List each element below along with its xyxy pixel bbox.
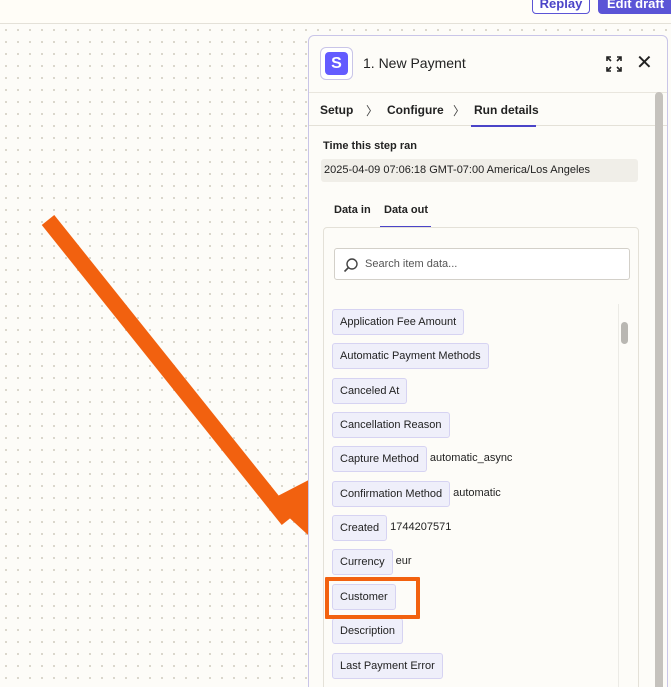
search-icon bbox=[343, 258, 358, 273]
time-label: Time this step ran bbox=[323, 140, 417, 152]
item-value: automatic_async bbox=[429, 452, 513, 464]
item-key-button[interactable]: Cancellation Reason bbox=[332, 412, 450, 438]
tab-setup[interactable]: Setup bbox=[320, 103, 353, 117]
tab-data-in[interactable]: Data in bbox=[334, 204, 371, 216]
item-key-button[interactable]: Description bbox=[332, 618, 404, 644]
search-input[interactable] bbox=[365, 255, 615, 273]
chevron-right-icon: 〉 bbox=[366, 104, 379, 118]
item-key-button[interactable]: Created bbox=[332, 515, 388, 541]
item-value: automatic bbox=[453, 487, 501, 499]
list-item: Created 1744207571 bbox=[332, 515, 451, 541]
item-key-button[interactable]: Last Payment Error bbox=[332, 653, 443, 679]
item-key-button[interactable]: Confirmation Method bbox=[332, 481, 451, 507]
stripe-app-logo: S bbox=[320, 47, 353, 80]
list-item: Automatic Payment Methods bbox=[332, 343, 492, 369]
list-item: Application Fee Amount bbox=[332, 309, 467, 335]
app-logo-letter: S bbox=[325, 52, 348, 75]
step-tabs: Setup 〉 Configure 〉 Run details bbox=[309, 92, 667, 127]
panel-title: 1. New Payment bbox=[363, 55, 466, 71]
tab-configure[interactable]: Configure bbox=[387, 103, 444, 117]
list-item: Confirmation Method automatic bbox=[332, 481, 501, 507]
panel-scrollbar-thumb[interactable] bbox=[655, 92, 663, 687]
expand-icon[interactable] bbox=[604, 54, 624, 74]
active-tab-indicator bbox=[471, 125, 536, 127]
panel-header: S 1. New Payment ✕ bbox=[309, 36, 667, 92]
item-key-button[interactable]: Canceled At bbox=[332, 378, 408, 404]
list-scrollbar-thumb[interactable] bbox=[621, 322, 628, 344]
item-value: eur bbox=[395, 555, 412, 567]
list-item: Last Payment Error bbox=[332, 653, 446, 679]
time-value: 2025-04-09 07:06:18 GMT-07:00 America/Lo… bbox=[321, 159, 638, 182]
search-field[interactable] bbox=[334, 248, 630, 280]
tab-run-details[interactable]: Run details bbox=[474, 103, 539, 117]
list-scrollbar[interactable] bbox=[618, 304, 629, 687]
item-key-button[interactable]: Currency bbox=[332, 549, 393, 575]
replay-button[interactable]: Replay bbox=[532, 0, 590, 14]
list-item: Currency eur bbox=[332, 549, 412, 575]
item-key-button[interactable]: Application Fee Amount bbox=[332, 309, 465, 335]
list-item: Capture Method automatic_async bbox=[332, 446, 512, 472]
panel-scrollbar[interactable] bbox=[654, 92, 664, 687]
chevron-right-icon: 〉 bbox=[453, 104, 466, 118]
tab-data-out[interactable]: Data out bbox=[384, 204, 428, 216]
annotation-highlight-box bbox=[325, 577, 420, 619]
item-key-button[interactable]: Automatic Payment Methods bbox=[332, 343, 489, 369]
edit-draft-button[interactable]: Edit draft bbox=[598, 0, 671, 14]
item-value: 1744207571 bbox=[390, 521, 452, 533]
close-icon[interactable]: ✕ bbox=[636, 53, 653, 73]
list-item: Canceled At bbox=[332, 378, 410, 404]
item-key-button[interactable]: Capture Method bbox=[332, 446, 427, 472]
list-item: Description bbox=[332, 618, 406, 644]
annotation-arrow bbox=[41, 215, 328, 546]
list-item: Cancellation Reason bbox=[332, 412, 453, 438]
